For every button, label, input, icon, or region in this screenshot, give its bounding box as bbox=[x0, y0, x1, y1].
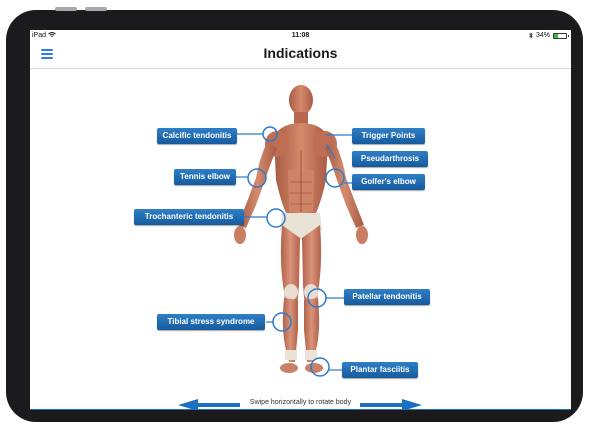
label-tennis-elbow[interactable]: Tennis elbow bbox=[174, 169, 236, 185]
label-calcific-tendonitis[interactable]: Calcific tendonitis bbox=[157, 128, 237, 144]
hardware-button bbox=[85, 7, 107, 11]
label-golfers-elbow[interactable]: Golfer's elbow bbox=[352, 174, 425, 190]
label-tibial-stress-syndrome[interactable]: Tibial stress syndrome bbox=[157, 314, 265, 330]
hardware-button bbox=[55, 7, 77, 11]
anatomy-body-figure[interactable] bbox=[30, 30, 571, 410]
rotate-hint: Swipe horizontally to rotate body bbox=[249, 399, 352, 406]
label-trigger-points[interactable]: Trigger Points bbox=[352, 128, 425, 144]
label-plantar-fasciitis[interactable]: Plantar fasciitis bbox=[342, 362, 418, 378]
screen: iPad 11:08 34% Indications Calcific tend… bbox=[30, 30, 571, 410]
label-pseudarthrosis[interactable]: Pseudarthrosis bbox=[352, 151, 428, 167]
bottom-accent-bar bbox=[30, 409, 571, 410]
label-patellar-tendonitis[interactable]: Patellar tendonitis bbox=[344, 289, 430, 305]
label-trochanteric-tendonitis[interactable]: Trochanteric tendonitis bbox=[134, 209, 244, 225]
